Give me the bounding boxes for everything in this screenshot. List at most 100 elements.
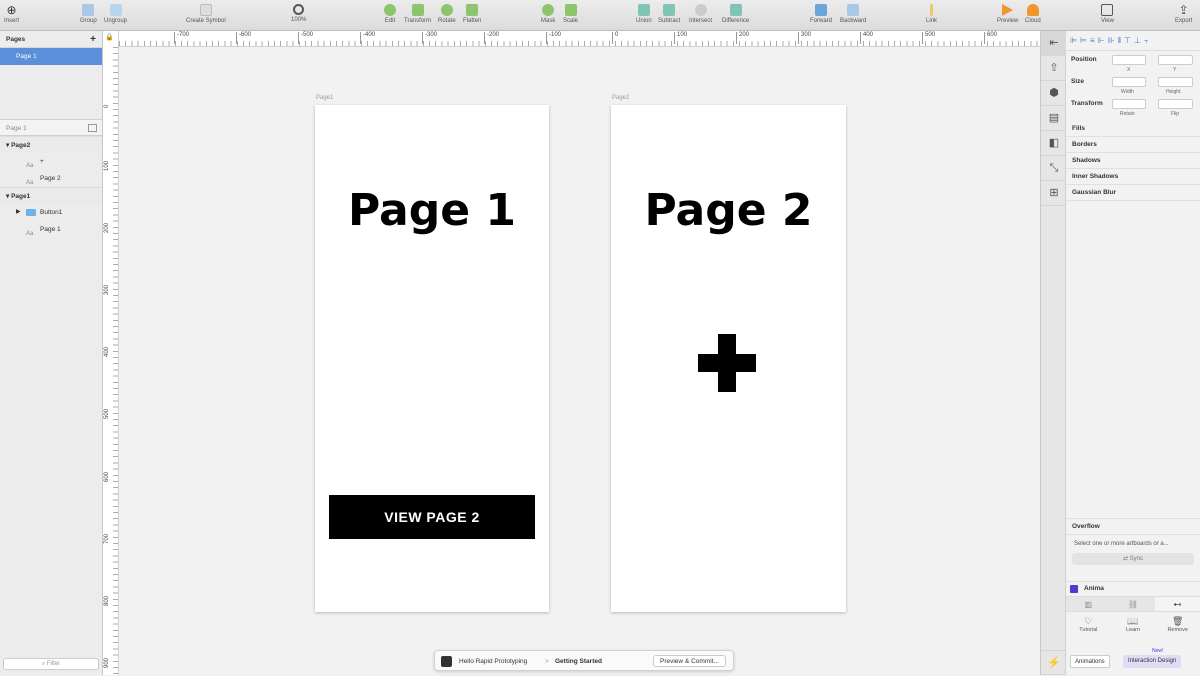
ruler-label: 400 xyxy=(104,346,110,357)
symbol-icon xyxy=(199,4,212,16)
plus-icon: ⊕ xyxy=(6,3,17,17)
intersect-icon xyxy=(694,4,707,16)
layout-tab-icon[interactable]: ▥ xyxy=(1066,597,1111,611)
flow-tab-icon[interactable]: ⊷ xyxy=(1155,597,1200,611)
preview-commit-button[interactable]: Preview & Commit... xyxy=(653,655,726,667)
edit-button[interactable]: Edit xyxy=(384,4,396,24)
layer-group-page1[interactable]: ▾ Page1 xyxy=(0,187,102,204)
disclosure-triangle-icon[interactable]: ▶ xyxy=(16,204,21,221)
cloud-button[interactable]: Cloud xyxy=(1025,4,1041,24)
artboard-page2[interactable]: Page 2 xyxy=(611,105,846,612)
artboard-page1[interactable]: Page 1 VIEW PAGE 2 xyxy=(315,105,549,612)
difference-button[interactable]: Difference xyxy=(722,4,749,24)
learn-button[interactable]: 📖 Learn xyxy=(1111,616,1156,633)
ruler-label: -600 xyxy=(236,32,251,44)
view-page-2-button[interactable]: VIEW PAGE 2 xyxy=(329,495,535,539)
inspector-panel: ⊫⊨≡⊩⊪⫴⊤⊥⫟ Position X Y Size Width Height… xyxy=(1066,31,1200,675)
sync-button[interactable]: ⇄ Sync xyxy=(1072,553,1194,565)
ungroup-button[interactable]: Ungroup xyxy=(104,4,127,24)
filter-input[interactable]: ⌕ Filter xyxy=(3,658,99,670)
lock-icon[interactable]: 🔒 xyxy=(105,33,114,41)
forward-button[interactable]: Forward xyxy=(810,4,832,24)
horizontal-ruler[interactable]: -700 -600 -500 -400 -300 -200 -100 0 100… xyxy=(119,31,1040,47)
view-button[interactable]: View xyxy=(1101,4,1114,24)
layer-text-page1[interactable]: Aa Page 1 xyxy=(0,221,102,238)
backward-button[interactable]: Backward xyxy=(840,4,866,24)
width-field[interactable] xyxy=(1112,77,1146,87)
collapse-panel-icon[interactable]: ⇤ xyxy=(1041,31,1067,56)
scale-button[interactable]: Scale xyxy=(563,4,578,24)
project-name: Hello Rapid Prototyping xyxy=(459,658,528,665)
settings-icon[interactable]: ⬢ xyxy=(1041,81,1067,106)
app-icon xyxy=(441,656,452,667)
plugin-icon-column: ⇤ ⇧ ⬢ ▤ ◧ ⤡ ⊞ ⚡ xyxy=(1040,31,1067,675)
insert-button[interactable]: ⊕ Insert xyxy=(4,4,19,24)
ruler-label: 300 xyxy=(104,284,110,295)
remove-button[interactable]: 🗑 Remove xyxy=(1155,616,1200,633)
export-button[interactable]: ⇪ Export xyxy=(1175,4,1192,24)
flatten-button[interactable]: Flatten xyxy=(463,4,481,24)
animations-button[interactable]: Animations xyxy=(1070,655,1110,668)
play-icon xyxy=(1002,4,1014,16)
mask-button[interactable]: Mask xyxy=(541,4,555,24)
ruler-label: 400 xyxy=(860,32,873,44)
artboard-label[interactable]: Page2 xyxy=(612,95,629,101)
branch-name[interactable]: Getting Started xyxy=(555,651,602,672)
artboard-label[interactable]: Page1 xyxy=(316,95,333,101)
add-page-button[interactable]: + xyxy=(90,31,96,48)
add-artboard-icon[interactable]: ⊞ xyxy=(1041,181,1067,206)
layer-folder-button1[interactable]: ▶ Button1 xyxy=(0,204,102,221)
share-icon[interactable]: ⇧ xyxy=(1041,56,1067,81)
fills-section[interactable]: Fills xyxy=(1066,121,1200,137)
subtract-button[interactable]: Subtract xyxy=(658,4,680,24)
lightning-icon[interactable]: ⚡ xyxy=(1041,650,1067,675)
zoom-control[interactable]: 100% xyxy=(291,4,306,23)
preview-button[interactable]: Preview xyxy=(997,4,1018,24)
ruler-label: 200 xyxy=(104,222,110,233)
vertical-ruler[interactable]: 🔒 0 100 200 300 400 500 600 700 800 900 xyxy=(103,31,119,675)
group-icon xyxy=(82,4,95,16)
collapse-icon[interactable] xyxy=(88,124,97,132)
height-field[interactable] xyxy=(1158,77,1193,87)
scale-icon xyxy=(564,4,577,16)
page-title[interactable]: Page 1 xyxy=(315,185,549,236)
anima-logo-icon xyxy=(1070,585,1078,593)
intersect-button[interactable]: Intersect xyxy=(689,4,712,24)
page-list-item[interactable]: Page 1 xyxy=(0,48,102,65)
page-title[interactable]: Page 2 xyxy=(611,185,846,236)
backward-icon xyxy=(847,4,860,16)
layout-icon[interactable]: ▤ xyxy=(1041,106,1067,131)
ruler-label: -100 xyxy=(546,32,561,44)
union-button[interactable]: Union xyxy=(636,4,652,24)
inner-shadows-section[interactable]: Inner Shadows xyxy=(1066,169,1200,185)
shadows-section[interactable]: Shadows xyxy=(1066,153,1200,169)
alignment-toolbar[interactable]: ⊫⊨≡⊩⊪⫴⊤⊥⫟ xyxy=(1066,31,1200,51)
layer-text-page2[interactable]: Aa Page 2 xyxy=(0,170,102,187)
styles-icon[interactable]: ◧ xyxy=(1041,131,1067,156)
transform-button[interactable]: Transform xyxy=(404,4,431,24)
layer-text-plus[interactable]: Aa + xyxy=(0,153,102,170)
text-layer-icon: Aa xyxy=(26,231,34,237)
y-field[interactable] xyxy=(1158,55,1193,65)
view-icon xyxy=(1101,4,1114,16)
interaction-design-button[interactable]: Interaction Design xyxy=(1123,655,1182,668)
pages-header: Pages + xyxy=(0,31,102,48)
ruler-label: 0 xyxy=(104,104,110,108)
layer-group-page2[interactable]: ▾ Page2 xyxy=(0,136,102,153)
group-button[interactable]: Group xyxy=(80,4,97,24)
new-badge: New! xyxy=(1152,648,1164,654)
ruler-label: 500 xyxy=(922,32,935,44)
flip-control[interactable] xyxy=(1158,99,1193,109)
rotate-field[interactable] xyxy=(1112,99,1146,109)
canvas[interactable]: Page1 Page 1 VIEW PAGE 2 Page2 Page 2 xyxy=(119,47,1040,675)
x-field[interactable] xyxy=(1112,55,1146,65)
tutorial-button[interactable]: ♡ Tutorial xyxy=(1066,616,1111,633)
link-tab-icon[interactable]: ⛓ xyxy=(1111,597,1156,611)
link-icon xyxy=(930,4,933,16)
gaussian-blur-section[interactable]: Gaussian Blur xyxy=(1066,185,1200,201)
borders-section[interactable]: Borders xyxy=(1066,137,1200,153)
rotate-button[interactable]: Rotate xyxy=(438,4,456,24)
link-button[interactable]: Link xyxy=(926,4,937,24)
resize-icon[interactable]: ⤡ xyxy=(1041,156,1067,181)
create-symbol-button[interactable]: Create Symbol xyxy=(186,4,226,24)
